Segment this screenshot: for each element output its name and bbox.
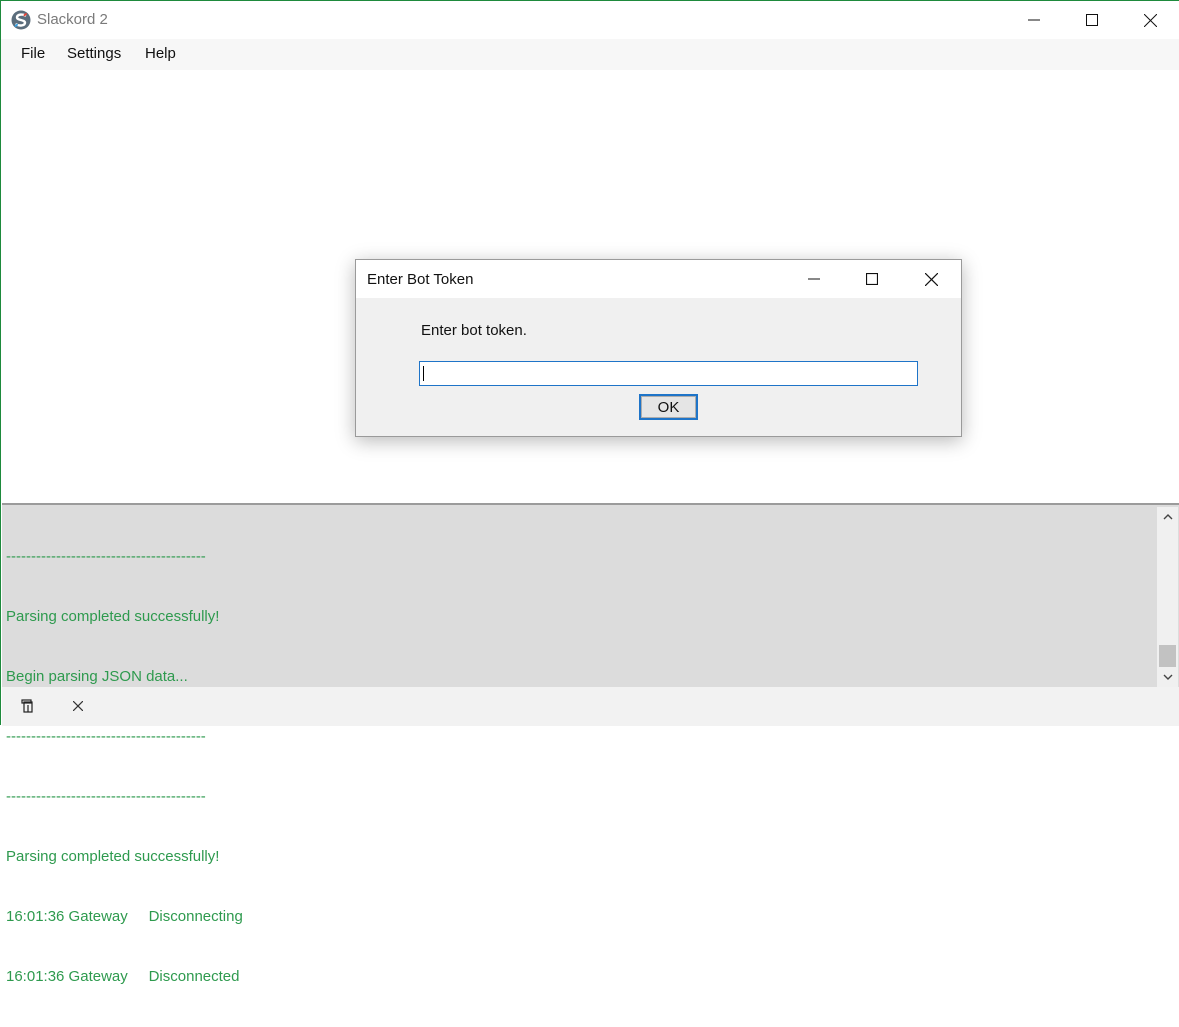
dialog-prompt: Enter bot token. bbox=[421, 322, 527, 339]
log-line: 16:01:36 Gateway Disconnecting bbox=[6, 908, 243, 925]
minimize-icon bbox=[1028, 19, 1040, 21]
maximize-icon bbox=[1086, 14, 1098, 26]
main-window: Slackord 2 File Settings Help Enter Bot … bbox=[0, 0, 1179, 985]
dialog-maximize-button[interactable] bbox=[843, 260, 901, 298]
scroll-down-button[interactable] bbox=[1157, 667, 1178, 687]
enter-bot-token-dialog: Enter Bot Token Enter bot token. OK bbox=[355, 259, 962, 437]
menu-file[interactable]: File bbox=[21, 45, 45, 62]
log-line: ---------------------------------------- bbox=[6, 728, 206, 745]
ok-button-label: OK bbox=[641, 396, 696, 418]
log-line: Parsing completed successfully! bbox=[6, 608, 220, 625]
bot-token-input[interactable] bbox=[419, 361, 918, 386]
dialog-title-bar[interactable]: Enter Bot Token bbox=[356, 260, 961, 298]
maximize-button[interactable] bbox=[1063, 1, 1121, 39]
dialog-minimize-button[interactable] bbox=[785, 260, 843, 298]
log-scrollbar[interactable] bbox=[1157, 507, 1178, 687]
close-icon bbox=[73, 701, 83, 711]
maximize-icon bbox=[866, 273, 878, 285]
dialog-close-button[interactable] bbox=[902, 260, 960, 298]
scroll-up-button[interactable] bbox=[1157, 507, 1178, 527]
close-icon bbox=[924, 272, 938, 286]
minimize-icon bbox=[808, 278, 820, 280]
title-bar[interactable]: Slackord 2 bbox=[1, 1, 1179, 39]
copy-log-button[interactable] bbox=[18, 696, 38, 716]
menu-help[interactable]: Help bbox=[145, 45, 176, 62]
log-panel[interactable]: ----------------------------------------… bbox=[2, 503, 1179, 985]
close-icon bbox=[1143, 13, 1157, 27]
minimize-button[interactable] bbox=[1005, 1, 1063, 39]
copy-icon bbox=[21, 699, 33, 713]
log-list: ----------------------------------------… bbox=[6, 507, 243, 1027]
chevron-down-icon bbox=[1163, 674, 1172, 680]
menu-settings[interactable]: Settings bbox=[67, 45, 121, 62]
window-title: Slackord 2 bbox=[37, 11, 108, 28]
close-button[interactable] bbox=[1121, 1, 1179, 39]
menu-bar: File Settings Help bbox=[1, 39, 1179, 70]
scroll-thumb[interactable] bbox=[1159, 645, 1176, 667]
text-caret bbox=[423, 366, 424, 381]
log-line: 16:01:36 Gateway Disconnected bbox=[6, 968, 240, 985]
chevron-up-icon bbox=[1163, 514, 1172, 520]
log-line: ---------------------------------------- bbox=[6, 788, 206, 805]
log-line: Parsing completed successfully! bbox=[6, 848, 220, 865]
bottom-toolbar bbox=[2, 687, 1179, 726]
clear-log-button[interactable] bbox=[68, 696, 88, 716]
ok-button[interactable]: OK bbox=[639, 394, 698, 420]
log-line: ---------------------------------------- bbox=[6, 548, 206, 565]
slackord-logo-icon bbox=[11, 10, 31, 30]
log-line: Begin parsing JSON data... bbox=[6, 668, 188, 685]
dialog-title: Enter Bot Token bbox=[367, 271, 474, 288]
